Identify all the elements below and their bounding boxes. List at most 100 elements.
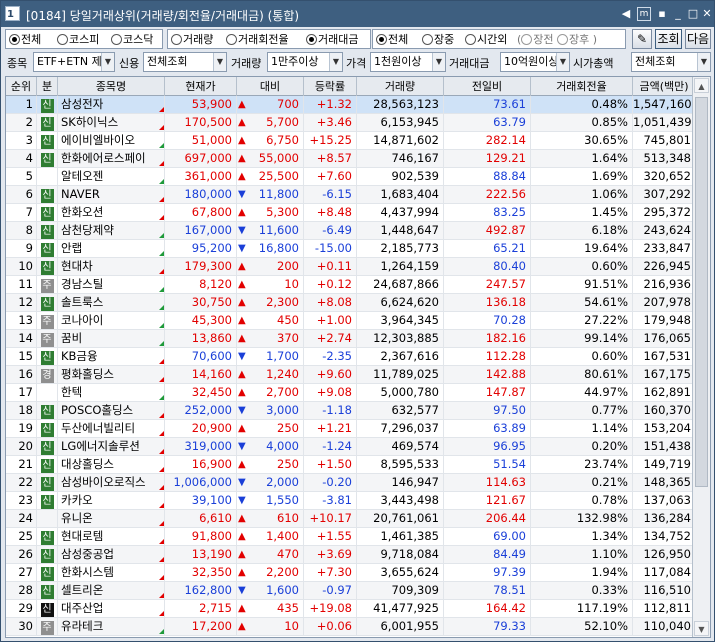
close-button[interactable]: ✕ <box>700 7 714 21</box>
stock-name-cell[interactable]: SK하이닉스 <box>58 114 165 131</box>
stock-name-cell[interactable]: 유니온 <box>58 510 165 527</box>
market-option-all[interactable]: 전체 <box>9 32 41 48</box>
table-row[interactable]: 11 주 경남스틸 8,120 ▲ 10 +0.12 24,687,866 247.57 91.5… <box>6 276 696 294</box>
stock-name-cell[interactable]: 한화오션 <box>58 204 165 221</box>
table-row[interactable]: 30 주 유라테크 17,200 ▲ 10 +0.06 6,001,955 79.33 52.10… <box>6 618 696 636</box>
sort-option-volume[interactable]: 거래량 <box>171 32 213 48</box>
col-rate-header[interactable]: 등락률 <box>304 77 357 96</box>
stock-name-cell[interactable]: LG에너지솔루션 <box>58 438 165 455</box>
stock-name-cell[interactable]: 한텍 <box>58 384 165 401</box>
stock-name-cell[interactable]: 현대로템 <box>58 528 165 545</box>
table-row[interactable]: 21 신 대상홀딩스 16,900 ▲ 250 +1.50 8,595,533 51.54 23.… <box>6 456 696 474</box>
table-row[interactable]: 12 신 솔트룩스 30,750 ▲ 2,300 +8.08 6,624,620 136.18 5… <box>6 294 696 312</box>
stock-name-cell[interactable]: 안랩 <box>58 240 165 257</box>
volume-select[interactable]: 1만주이상 ▼ <box>267 52 343 72</box>
maximize-button[interactable]: □ <box>686 7 700 21</box>
sort-option-turnover[interactable]: 거래회전율 <box>226 32 289 48</box>
table-row[interactable]: 4 신 한화에어로스페이 697,000 ▲ 55,000 +8.57 746,167 129.… <box>6 150 696 168</box>
table-row[interactable]: 20 신 LG에너지솔루션 319,000 ▼ 4,000 -1.24 469,574 96.9… <box>6 438 696 456</box>
table-row[interactable]: 16 경 평화홀딩스 14,160 ▲ 1,240 +9.60 11,789,025 142.8… <box>6 366 696 384</box>
col-rank-header[interactable]: 순위 <box>6 77 37 96</box>
stock-name-cell[interactable]: 한화에어로스페이 <box>58 150 165 167</box>
stock-name-cell[interactable]: 알테오젠 <box>58 168 165 185</box>
table-row[interactable]: 2 신 SK하이닉스 170,500 ▲ 5,700 +3.46 6,153,945 63.79… <box>6 114 696 132</box>
prev-arrow-icon[interactable]: ◀ <box>619 7 633 21</box>
settings-button[interactable]: ✎ <box>632 29 652 49</box>
stock-name-cell[interactable]: POSCO홀딩스 <box>58 402 165 419</box>
stock-name-cell[interactable]: KB금융 <box>58 348 165 365</box>
table-row[interactable]: 7 신 한화오션 67,800 ▲ 5,300 +8.48 4,437,994 83.25 1.4… <box>6 204 696 222</box>
col-type-header[interactable]: 분 <box>37 77 58 96</box>
stock-name-cell[interactable]: NAVER <box>58 186 165 203</box>
pin-icon[interactable]: ▪ <box>655 7 669 21</box>
table-row[interactable]: 23 신 카카오 39,100 ▼ 1,550 -3.81 3,443,498 121.67 0.… <box>6 492 696 510</box>
table-row[interactable]: 10 신 현대차 179,300 ▲ 200 +0.11 1,264,159 80.40 0.60… <box>6 258 696 276</box>
table-row[interactable]: 29 신 대주산업 2,715 ▲ 435 +19.08 41,477,925 164.42 11… <box>6 600 696 618</box>
search-button[interactable]: 조회 <box>655 29 682 49</box>
col-amount-header[interactable]: 금액(백만) <box>633 77 696 96</box>
stock-name-cell[interactable]: 삼성전자 <box>58 96 165 113</box>
scroll-thumb[interactable] <box>695 97 708 487</box>
table-row[interactable]: 17 한텍 32,450 ▲ 2,700 +9.08 5,000,780 147.87 44.9… <box>6 384 696 402</box>
stock-name-cell[interactable]: 삼천당제약 <box>58 222 165 239</box>
amount-select[interactable]: 10억원이상 ▼ <box>500 52 570 72</box>
stock-name-cell[interactable]: 대주산업 <box>58 600 165 617</box>
table-row[interactable]: 18 신 POSCO홀딩스 252,000 ▼ 3,000 -1.18 632,577 97.5… <box>6 402 696 420</box>
col-prev-header[interactable]: 전일비 <box>444 77 531 96</box>
scroll-down-icon[interactable]: ▼ <box>694 621 709 636</box>
table-row[interactable]: 8 신 삼천당제약 167,000 ▼ 11,600 -6.49 1,448,647 492.8… <box>6 222 696 240</box>
table-row[interactable]: 14 주 꿈비 13,860 ▲ 370 +2.74 12,303,885 182.16 99.1… <box>6 330 696 348</box>
mcap-select[interactable]: 전체조회 ▼ <box>631 52 711 72</box>
stock-name-cell[interactable]: 셀트리온 <box>58 582 165 599</box>
table-row[interactable]: 6 신 NAVER 180,000 ▼ 11,800 -6.15 1,683,404 222.5… <box>6 186 696 204</box>
table-row[interactable]: 3 신 에이비엘바이오 51,000 ▲ 6,750 +15.25 14,871,602 282… <box>6 132 696 150</box>
sort-option-amount[interactable]: 거래대금 <box>306 32 358 48</box>
price-select[interactable]: 1천원이상 ▼ <box>370 52 446 72</box>
table-row[interactable]: 5 알테오젠 361,000 ▲ 25,500 +7.60 902,539 88.84 1.69… <box>6 168 696 186</box>
stock-name-cell[interactable]: 한화시스템 <box>58 564 165 581</box>
stock-name-cell[interactable]: 대상홀딩스 <box>58 456 165 473</box>
stock-name-cell[interactable]: 삼성중공업 <box>58 546 165 563</box>
next-button[interactable]: 다음 <box>685 29 711 49</box>
vertical-scrollbar[interactable]: ▲ ▼ <box>692 77 710 637</box>
market-option-kospi[interactable]: 코스피 <box>57 32 99 48</box>
item-select[interactable]: ETF+ETN 제 ▼ <box>33 52 115 72</box>
stock-name-cell[interactable]: 카카오 <box>58 492 165 509</box>
session-option-afterhours[interactable]: 시간외 <box>465 32 507 48</box>
col-name-header[interactable]: 종목명 <box>58 77 165 96</box>
table-row[interactable]: 25 신 현대로템 91,800 ▲ 1,400 +1.55 1,461,385 69.00 1.… <box>6 528 696 546</box>
stock-name-cell[interactable]: 유라테크 <box>58 618 165 635</box>
stock-name-cell[interactable]: 두산에너빌리티 <box>58 420 165 437</box>
table-row[interactable]: 26 신 삼성중공업 13,190 ▲ 470 +3.69 9,718,084 84.49 1.1… <box>6 546 696 564</box>
table-row[interactable]: 9 신 안랩 95,200 ▼ 16,800 -15.00 2,185,773 65.21 19.… <box>6 240 696 258</box>
stock-name-cell[interactable]: 삼성바이오로직스 <box>58 474 165 491</box>
table-row[interactable]: 27 신 한화시스템 32,350 ▲ 2,200 +7.30 3,655,624 97.39 1… <box>6 564 696 582</box>
stock-name-cell[interactable]: 솔트룩스 <box>58 294 165 311</box>
col-price-header[interactable]: 현재가 <box>165 77 237 96</box>
stock-name-cell[interactable]: 에이비엘바이오 <box>58 132 165 149</box>
market-option-kosdaq[interactable]: 코스닥 <box>111 32 153 48</box>
stock-name-cell[interactable]: 꿈비 <box>58 330 165 347</box>
col-volume-header[interactable]: 거래량 <box>357 77 444 96</box>
table-row[interactable]: 19 신 두산에너빌리티 20,900 ▲ 250 +1.21 7,296,037 63.89 1… <box>6 420 696 438</box>
session-option-regular[interactable]: 장중 <box>422 32 454 48</box>
col-turnover-header[interactable]: 거래회전율 <box>531 77 633 96</box>
col-diff-header[interactable]: 대비 <box>237 77 304 96</box>
credit-select[interactable]: 전체조회 ▼ <box>143 52 227 72</box>
stock-name-cell[interactable]: 경남스틸 <box>58 276 165 293</box>
table-row[interactable]: 1 신 삼성전자 53,900 ▲ 700 +1.32 28,563,123 73.61 0.48… <box>6 96 696 114</box>
table-row[interactable]: 15 신 KB금융 70,600 ▼ 1,700 -2.35 2,367,616 112.28 0… <box>6 348 696 366</box>
minimize-button[interactable]: _ <box>671 7 685 21</box>
table-row[interactable]: 13 주 코나아이 45,300 ▲ 450 +1.00 3,964,345 70.28 27.2… <box>6 312 696 330</box>
table-row[interactable]: 22 신 삼성바이오로직스 1,006,000 ▼ 2,000 -0.20 146,947 11… <box>6 474 696 492</box>
ranking-table[interactable]: 순위 분 종목명 현재가 대비 등락률 거래량 전일비 거래회전율 금액(백만)… <box>5 76 711 638</box>
session-option-all[interactable]: 전체 <box>376 32 408 48</box>
radio-icon[interactable] <box>557 34 569 45</box>
scroll-up-icon[interactable]: ▲ <box>694 78 709 93</box>
table-row[interactable]: 28 신 셀트리온 162,800 ▼ 1,600 -0.97 709,309 78.51 0.3… <box>6 582 696 600</box>
stock-name-cell[interactable]: 코나아이 <box>58 312 165 329</box>
screen-number-icon[interactable]: m <box>637 7 651 21</box>
stock-name-cell[interactable]: 평화홀딩스 <box>58 366 165 383</box>
radio-icon[interactable] <box>521 34 533 45</box>
stock-name-cell[interactable]: 현대차 <box>58 258 165 275</box>
